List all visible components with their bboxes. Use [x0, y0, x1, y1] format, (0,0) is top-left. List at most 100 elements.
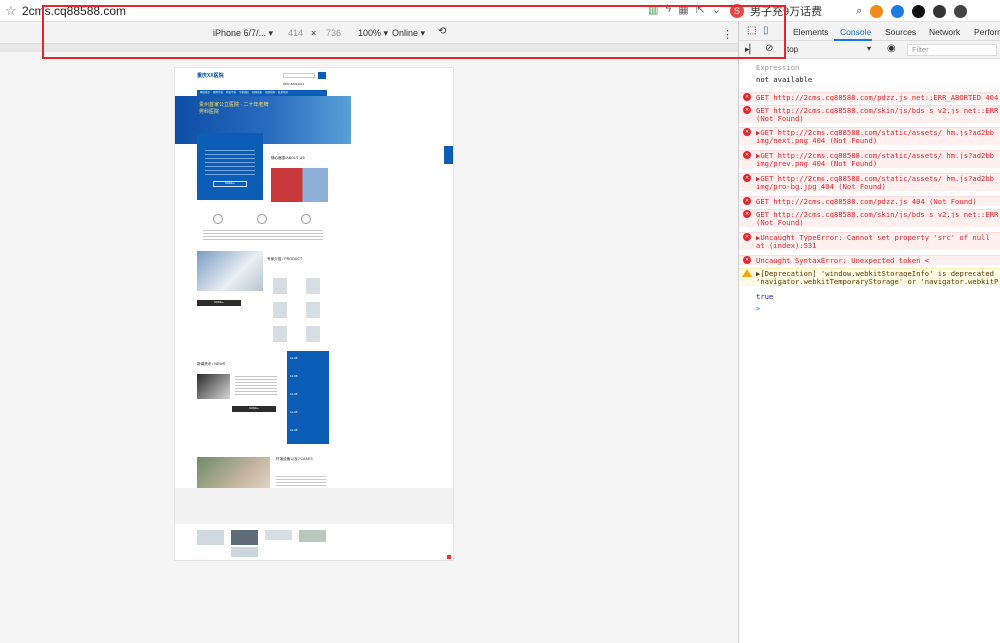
- evernote-icon[interactable]: [954, 4, 968, 18]
- console-error-cont: img/prev.png 404 (Not Found): [739, 159, 1000, 168]
- grid-icon[interactable]: ▦: [678, 3, 688, 16]
- rotate-icon[interactable]: ⟲: [438, 26, 446, 37]
- feature-icon: [301, 214, 311, 224]
- zoom-label: 100%: [358, 28, 382, 38]
- device-label: iPhone 6/7/...: [213, 28, 267, 38]
- phone-frame[interactable]: 重庆XX医院 0851-88033224 网站首页 医院介绍 特色专科 专家团队…: [174, 67, 454, 561]
- gallery-thumb[interactable]: [299, 530, 326, 542]
- extension-area: S 男子充9万话费 ⌕: [730, 3, 968, 19]
- lightning-icon[interactable]: ϟ: [665, 3, 671, 16]
- error-icon: ✕: [743, 93, 751, 101]
- expert-photo[interactable]: [306, 278, 320, 294]
- console-warning-cont: 'navigator.webkitTemporaryStorage' or 'n…: [739, 277, 1000, 286]
- about-text-lines: [205, 147, 255, 177]
- width-input[interactable]: 414: [288, 28, 303, 38]
- site-search-button[interactable]: [318, 72, 326, 79]
- context-select[interactable]: top: [787, 45, 798, 54]
- times-sign: ×: [311, 28, 317, 38]
- chevron-down-icon[interactable]: ⌄: [712, 3, 721, 16]
- cc-icon[interactable]: [912, 4, 926, 18]
- console-error-cont: (Not Found): [739, 114, 1000, 123]
- share-icon[interactable]: ⇱: [696, 3, 705, 16]
- console-error-row[interactable]: ✕ GET http://2cms.cq88588.com/pdzz.js net…: [739, 92, 1000, 102]
- feature-icon: [213, 214, 223, 224]
- news-date[interactable]: 11-08: [290, 356, 297, 360]
- error-icon: ✕: [743, 197, 751, 205]
- expert-photo[interactable]: [306, 326, 320, 342]
- bookmark-star-icon[interactable]: ☆: [5, 3, 17, 19]
- extension-icons: ⌕: [856, 4, 968, 18]
- console-error-cont: img/pro-bg.jpg 404 (Not Found): [739, 182, 1000, 191]
- height-input[interactable]: 736: [326, 28, 341, 38]
- console-filter-input[interactable]: Filter: [907, 44, 997, 56]
- news-more-button[interactable]: MORE ▸: [232, 406, 276, 412]
- url-text[interactable]: 2cms.cq88588.com: [22, 4, 126, 18]
- infinity-icon[interactable]: [891, 4, 905, 18]
- console-toolbar: ▸▏ ⊘ top ▾ ◉ Filter: [739, 41, 1000, 59]
- news-date[interactable]: 11-08: [290, 374, 297, 378]
- device-select[interactable]: iPhone 6/7/... ▾: [213, 28, 273, 39]
- back-to-top-icon[interactable]: [447, 555, 451, 559]
- about-heading: 随心器皿/ABOUT US: [271, 156, 305, 160]
- devtools-tabs: ⬚ ▯ Elements Console Sources Network Per…: [739, 22, 1000, 41]
- search-icon[interactable]: ⌕: [856, 5, 862, 18]
- warning-icon: [742, 269, 752, 277]
- banner-text: 贵州首家公立医院 · 二十年老牌男科医院: [199, 102, 269, 115]
- news-date[interactable]: 11-08: [290, 428, 297, 432]
- game-icon[interactable]: [870, 4, 884, 18]
- sogou-icon[interactable]: S: [730, 4, 744, 18]
- news-ticker[interactable]: 男子充9万话费: [750, 3, 822, 19]
- zoom-select[interactable]: 100% ▾: [358, 28, 388, 39]
- gallery-thumb[interactable]: [265, 530, 292, 540]
- ruler-strip: [0, 44, 738, 52]
- site-logo[interactable]: 重庆XX医院: [197, 72, 224, 79]
- expert-photo[interactable]: [306, 302, 320, 318]
- more-options-icon[interactable]: ⋮: [722, 28, 733, 41]
- news-heading: 新闻资讯 / NEWS: [197, 362, 226, 366]
- tab-console[interactable]: Console: [840, 27, 871, 37]
- inspect-icon[interactable]: ⬚: [747, 25, 756, 36]
- error-icon: ✕: [743, 210, 751, 218]
- tab-network[interactable]: Network: [929, 27, 960, 37]
- console-prompt[interactable]: >: [739, 304, 1000, 313]
- expert-more-button[interactable]: MORE ▸: [197, 300, 241, 306]
- news-thumbnail[interactable]: [197, 374, 230, 399]
- context-label: top: [787, 45, 799, 54]
- gallery-thumb[interactable]: [231, 530, 258, 545]
- site-search-input[interactable]: [283, 73, 315, 78]
- console-error-row[interactable]: ✕ GET http://2cms.cq88588.com/pdzz.js 404…: [739, 196, 1000, 206]
- tab-sources[interactable]: Sources: [885, 27, 916, 37]
- clear-console-icon[interactable]: ⊘: [765, 43, 773, 54]
- news-date[interactable]: 11-08: [290, 410, 297, 414]
- gallery-thumb[interactable]: [197, 530, 224, 545]
- expert-photo[interactable]: [273, 302, 287, 318]
- error-icon: ✕: [743, 233, 751, 241]
- shield-icon[interactable]: [933, 4, 947, 18]
- expert-photo[interactable]: [273, 326, 287, 342]
- console-error-row[interactable]: ✕ Uncaught SyntaxError: Unexpected token …: [739, 255, 1000, 265]
- tab-elements[interactable]: Elements: [793, 27, 828, 37]
- news-date[interactable]: 11-08: [290, 392, 297, 396]
- logo-text: 重庆XX医院: [197, 73, 224, 79]
- network-label: Online: [392, 28, 419, 38]
- emulated-viewport: 重庆XX医院 0851-88033224 网站首页 医院介绍 特色专科 专家团队…: [0, 44, 738, 643]
- about-more-button[interactable]: MORE ▸: [213, 181, 247, 187]
- eye-icon[interactable]: ◉: [887, 43, 896, 54]
- expert-photo[interactable]: [273, 278, 287, 294]
- network-select[interactable]: Online ▾: [392, 28, 425, 39]
- device-toggle-icon[interactable]: ▯: [763, 25, 769, 36]
- error-icon: ✕: [743, 151, 751, 159]
- context-chevron-icon[interactable]: ▾: [867, 44, 871, 53]
- gallery-thumb[interactable]: [231, 547, 258, 557]
- about-card: MORE ▸: [197, 133, 263, 200]
- browser-address-bar: ☆ 2cms.cq88588.com ▥ ϟ ▦ ⇱ ⌄ S 男子充9万话费 ⌕: [0, 0, 1000, 22]
- error-icon: ✕: [743, 256, 751, 264]
- console-message: Uncaught SyntaxError: Unexpected token <: [756, 256, 930, 265]
- hospital-building-image: [271, 168, 328, 202]
- console-expression-label: Expression: [756, 63, 800, 72]
- reader-icon[interactable]: ▥: [648, 3, 658, 16]
- sidebar-toggle-icon[interactable]: ▸▏: [745, 44, 756, 55]
- floating-side-tab[interactable]: [444, 146, 453, 164]
- console-message: GET http://2cms.cq88588.com/pdzz.js 404 …: [756, 197, 977, 206]
- tab-performance[interactable]: Perform: [974, 27, 1000, 37]
